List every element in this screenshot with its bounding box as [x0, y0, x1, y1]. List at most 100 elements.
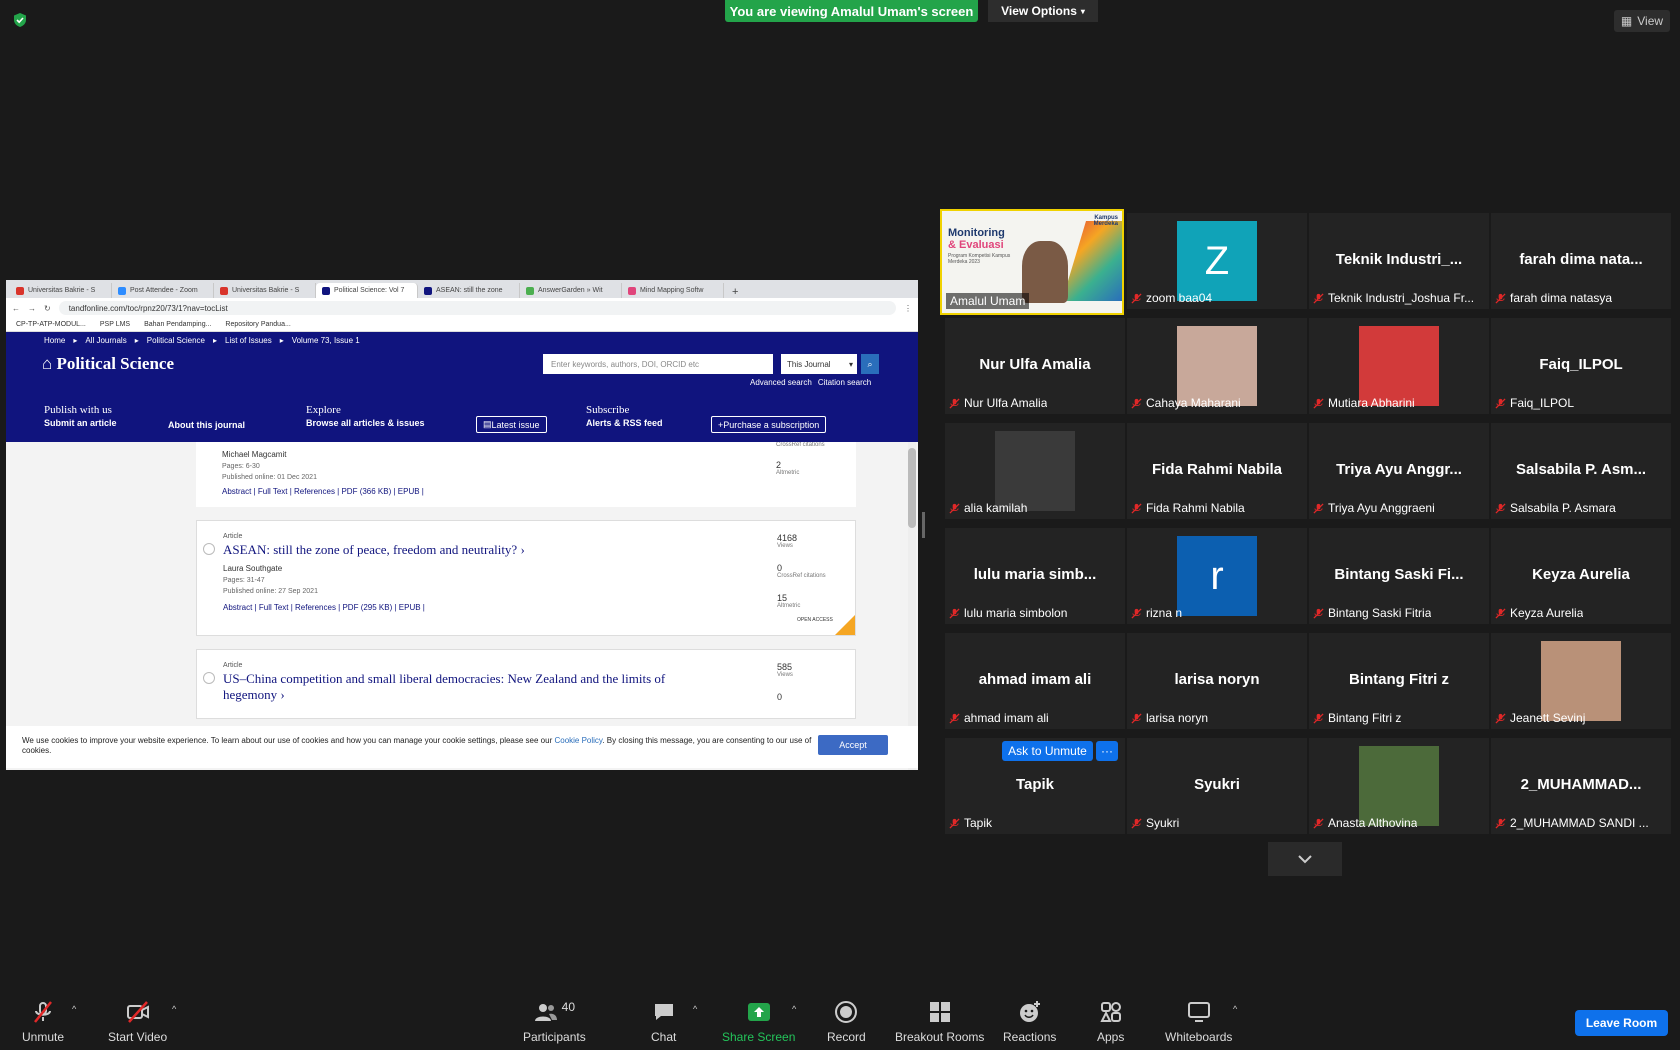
participant-tile[interactable]: Zzoom baa04	[1127, 213, 1307, 309]
nav-subscribe[interactable]: Subscribe Alerts & RSS feed	[586, 404, 663, 428]
article-author[interactable]: Laura Southgate	[223, 564, 855, 573]
select-article-radio[interactable]	[203, 543, 215, 555]
breadcrumb-item[interactable]: List of Issues	[225, 336, 272, 345]
security-shield-icon[interactable]	[12, 12, 28, 28]
participant-tile[interactable]: Jeanett Sevinj	[1491, 633, 1671, 729]
audio-options-caret[interactable]: ^	[72, 1004, 76, 1014]
leave-room-button[interactable]: Leave Room	[1575, 1010, 1668, 1036]
breadcrumb-item[interactable]: Political Science	[147, 336, 205, 345]
view-options-button[interactable]: View Options ▾	[988, 0, 1098, 22]
browser-tab[interactable]: ASEAN: still the zone	[418, 283, 520, 298]
browser-tab[interactable]: AnswerGarden » Wit	[520, 283, 622, 298]
browser-tab[interactable]: Mind Mapping Softw	[622, 283, 724, 298]
share-options-caret[interactable]: ^	[792, 1004, 796, 1014]
participant-tile[interactable]: Faiq_ILPOL Faiq_ILPOL	[1491, 318, 1671, 414]
latest-issue-button[interactable]: ▤ Latest issue	[476, 416, 547, 433]
article-title-link[interactable]: US–China competition and small liberal d…	[223, 671, 703, 703]
bookmark-item[interactable]: Bahan Pendamping...	[144, 321, 211, 328]
journal-title[interactable]: ⌂ Political Science	[42, 354, 174, 374]
nav-about[interactable]: About this journal	[168, 418, 245, 430]
unmute-button[interactable]: Unmute	[22, 1000, 64, 1044]
browser-tab[interactable]: Universitas Bakrie - S	[214, 283, 316, 298]
view-button[interactable]: ▦ View	[1614, 10, 1670, 32]
participant-tile[interactable]: Teknik Industri_... Teknik Industri_Joshu…	[1309, 213, 1489, 309]
participant-tile[interactable]: Triya Ayu Anggr... Triya Ayu Anggraeni	[1309, 423, 1489, 519]
breakout-rooms-button[interactable]: Breakout Rooms	[895, 1000, 984, 1044]
participant-label: Triya Ayu Anggraeni	[1313, 501, 1435, 515]
reactions-button[interactable]: Reactions	[1003, 1000, 1056, 1044]
participant-label: Salsabila P. Asmara	[1495, 501, 1616, 515]
forward-icon[interactable]: →	[28, 304, 36, 313]
participant-tile[interactable]: lulu maria simb... lulu maria simbolon	[945, 528, 1125, 624]
participant-tile[interactable]: Mutiara Abharini	[1309, 318, 1489, 414]
article-links[interactable]: Abstract | Full Text | References | PDF …	[223, 603, 855, 612]
participant-tile[interactable]: Nur Ulfa Amalia Nur Ulfa Amalia	[945, 318, 1125, 414]
chevron-down-icon: ▾	[1080, 6, 1085, 16]
page-scrollbar[interactable]	[908, 442, 916, 770]
nav-explore[interactable]: Explore Browse all articles & issues	[306, 404, 425, 428]
breadcrumb-item[interactable]: All Journals	[85, 336, 126, 345]
extensions-icon[interactable]: ⋮	[904, 304, 912, 313]
participant-tile[interactable]: r rizna n	[1127, 528, 1307, 624]
participant-tile[interactable]: Syukri Syukri	[1127, 738, 1307, 834]
url-field[interactable]: tandfonline.com/toc/rpnz20/73/1?nav=tocL…	[58, 301, 896, 315]
video-options-caret[interactable]: ^	[172, 1004, 176, 1014]
cookie-policy-link[interactable]: Cookie Policy	[554, 736, 602, 745]
participant-tile[interactable]: Bintang Fitri z Bintang Fitri z	[1309, 633, 1489, 729]
chat-options-caret[interactable]: ^	[693, 1004, 697, 1014]
breadcrumb-item[interactable]: Home	[44, 336, 65, 345]
chat-button[interactable]: Chat	[651, 1000, 676, 1044]
record-button[interactable]: Record	[827, 1000, 866, 1044]
view-options-label: View Options	[1001, 4, 1077, 18]
participant-tile[interactable]: Cahaya Maharani	[1127, 318, 1307, 414]
article-links[interactable]: Abstract | Full Text | References | PDF …	[222, 487, 856, 496]
split-view-handle[interactable]	[922, 512, 925, 538]
participant-tile[interactable]: Fida Rahmi Nabila Fida Rahmi Nabila	[1127, 423, 1307, 519]
browser-tab-active[interactable]: Political Science: Vol 7	[316, 283, 418, 298]
nav-publish[interactable]: Publish with us Submit an article	[44, 404, 117, 428]
reload-icon[interactable]: ↻	[44, 304, 51, 313]
search-icon[interactable]: ⌕	[861, 354, 879, 374]
ask-to-unmute-button[interactable]: Ask to Unmute	[1002, 741, 1093, 761]
submit-article-menu[interactable]: Submit an article	[44, 418, 117, 428]
participant-tile[interactable]: Bintang Saski Fi... Bintang Saski Fitria	[1309, 528, 1489, 624]
share-screen-button[interactable]: Share Screen	[722, 1000, 795, 1044]
microphone-muted-icon	[1313, 502, 1324, 514]
bookmark-item[interactable]: Repository Pandua...	[225, 321, 290, 328]
participants-button[interactable]: 40 Participants	[523, 1000, 586, 1044]
participant-tile[interactable]: alia kamilah	[945, 423, 1125, 519]
browser-tab[interactable]: Universitas Bakrie - S	[10, 283, 112, 298]
active-speaker-tile[interactable]: Monitoring & Evaluasi Program Kompetisi …	[940, 209, 1124, 315]
search-scope-select[interactable]: This Journal ▾	[781, 354, 857, 374]
participant-tile[interactable]: larisa noryn larisa noryn	[1127, 633, 1307, 729]
article-author[interactable]: Michael Magcamit	[222, 450, 856, 459]
article-card: Article US–China competition and small l…	[196, 649, 856, 719]
participant-tile[interactable]: Salsabila P. Asm... Salsabila P. Asmara	[1491, 423, 1671, 519]
participant-tile[interactable]: ahmad imam ali ahmad imam ali	[945, 633, 1125, 729]
apps-button[interactable]: Apps	[1097, 1000, 1124, 1044]
participant-tile[interactable]: 2_MUHAMMAD... 2_MUHAMMAD SANDI ...	[1491, 738, 1671, 834]
back-icon[interactable]: ←	[12, 304, 20, 313]
bookmark-item[interactable]: PSP LMS	[100, 321, 130, 328]
article-title-link[interactable]: ASEAN: still the zone of peace, freedom …	[223, 542, 855, 558]
browse-articles-menu[interactable]: Browse all articles & issues	[306, 418, 425, 428]
start-video-button[interactable]: Start Video	[108, 1000, 167, 1044]
participant-tile[interactable]: farah dima nata... farah dima natasya	[1491, 213, 1671, 309]
citation-search-link[interactable]: Citation search	[818, 378, 871, 387]
microphone-muted-icon	[1495, 502, 1506, 514]
alerts-menu[interactable]: Alerts & RSS feed	[586, 418, 663, 428]
accept-cookies-button[interactable]: Accept	[818, 735, 888, 755]
participant-tile[interactable]: Anasta Althovina	[1309, 738, 1489, 834]
advanced-search-link[interactable]: Advanced search	[750, 378, 812, 387]
whiteboards-button[interactable]: Whiteboards	[1165, 1000, 1232, 1044]
browser-tab[interactable]: Post Attendee - Zoom	[112, 283, 214, 298]
gallery-next-page-button[interactable]	[1268, 842, 1342, 876]
whiteboard-options-caret[interactable]: ^	[1233, 1004, 1237, 1014]
more-options-button[interactable]: ···	[1096, 741, 1118, 761]
purchase-subscription-button[interactable]: + Purchase a subscription	[711, 416, 827, 433]
select-article-radio[interactable]	[203, 672, 215, 684]
search-input[interactable]: Enter keywords, authors, DOI, ORCID etc	[543, 354, 773, 374]
new-tab-icon[interactable]: +	[724, 286, 746, 298]
participant-tile[interactable]: Keyza Aurelia Keyza Aurelia	[1491, 528, 1671, 624]
bookmark-item[interactable]: CP-TP-ATP-MODUL...	[16, 321, 86, 328]
